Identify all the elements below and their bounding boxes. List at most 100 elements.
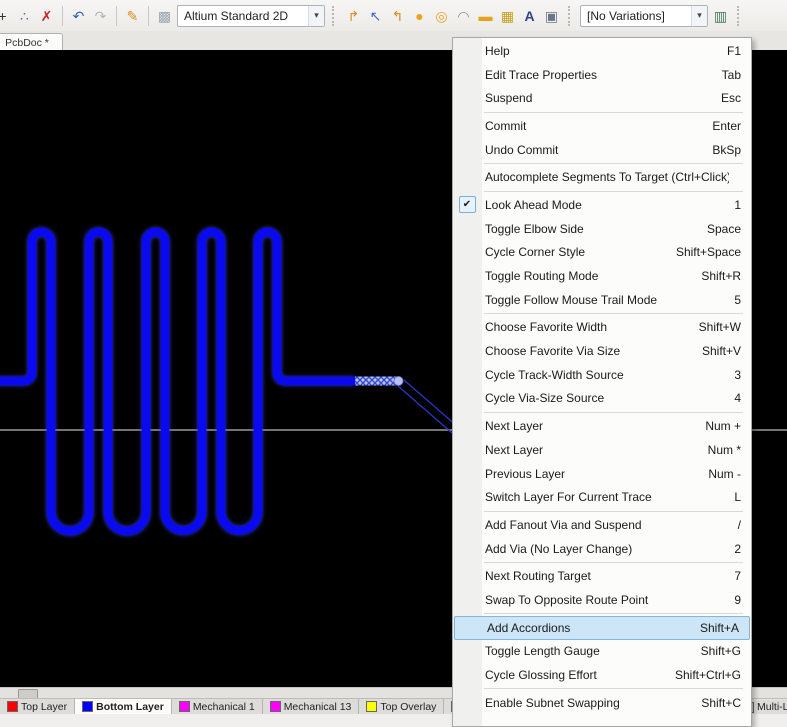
menu-item-commit[interactable]: Commit Enter xyxy=(453,114,751,138)
menu-item-shortcut: Esc xyxy=(721,91,741,105)
menu-item-next-routing-target[interactable]: Next Routing Target 7 xyxy=(453,564,751,588)
menu-item-suspend[interactable]: SuspendEsc xyxy=(453,86,751,110)
chevron-down-icon[interactable]: ▾ xyxy=(691,6,707,26)
menu-item-add-fanout-via-and-suspend[interactable]: Add Fanout Via and Suspend/ xyxy=(453,513,751,537)
menu-separator xyxy=(484,191,743,192)
layer-tab-bottom-layer[interactable]: Bottom Layer xyxy=(75,699,172,714)
layer-tab-mechanical-1[interactable]: Mechanical 1 xyxy=(172,699,263,714)
toolbar-grip xyxy=(568,6,573,26)
toolbar-separator xyxy=(116,6,117,26)
menu-separator xyxy=(484,112,743,113)
menu-item-cycle-via-size-source[interactable]: Cycle Via-Size Source4 xyxy=(453,387,751,411)
menu-item-label: Undo Commit xyxy=(481,143,700,157)
menu-item-shortcut: BkSp xyxy=(712,143,741,157)
place-arc-icon[interactable]: ◠ xyxy=(454,6,473,26)
layer-tab-top-overlay[interactable]: Top Overlay xyxy=(359,699,444,714)
menu-item-cycle-corner-style[interactable]: Cycle Corner StyleShift+Space xyxy=(453,241,751,265)
menu-item-add-via-no-layer-change[interactable]: Add Via (No Layer Change) 2 xyxy=(453,537,751,561)
menu-item-edit-trace-properties[interactable]: Edit Trace Properties Tab xyxy=(453,63,751,87)
menu-item-enable-subnet-swapping[interactable]: Enable Subnet Swapping Shift+C xyxy=(453,691,751,715)
toolbar-separator xyxy=(62,6,63,26)
variations-selector-value: [No Variations] xyxy=(581,9,671,23)
place-fill-icon[interactable]: ▬ xyxy=(476,6,495,26)
menu-item-next-layer-plus[interactable]: Next LayerNum + xyxy=(453,414,751,438)
menu-item-label: Add Via (No Layer Change) xyxy=(481,542,722,556)
undo-icon[interactable]: ↶ xyxy=(69,6,88,26)
menu-item-shortcut: 7 xyxy=(734,569,741,583)
menu-item-toggle-elbow-side[interactable]: Toggle Elbow SideSpace xyxy=(453,217,751,241)
menu-item-shortcut: 1 xyxy=(734,198,741,212)
place-pad-icon[interactable]: ● xyxy=(410,6,429,26)
differential-pair-icon[interactable]: ↰ xyxy=(388,6,407,26)
menu-item-label: Previous Layer xyxy=(481,467,696,481)
layer-tab-label: Multi-Layer xyxy=(757,701,787,713)
menu-item-shortcut: 9 xyxy=(734,593,741,607)
menu-item-label: Next Routing Target xyxy=(481,569,722,583)
place-component-icon[interactable]: ▣ xyxy=(542,6,561,26)
view-selector[interactable]: Altium Standard 2D ▾ xyxy=(177,5,325,27)
menu-item-shortcut: Shift+Space xyxy=(676,245,741,259)
menu-item-add-accordions[interactable]: Add AccordionsShift+A xyxy=(454,616,750,640)
variant-icon[interactable]: ▥ xyxy=(711,6,730,26)
menu-item-swap-to-opposite-route-point[interactable]: Swap To Opposite Route Point9 xyxy=(453,588,751,612)
menu-item-label: Cycle Glossing Effort xyxy=(481,668,663,682)
menu-item-toggle-follow-mouse-trail-mode[interactable]: Toggle Follow Mouse Trail Mode5 xyxy=(453,288,751,312)
menu-item-shortcut: Num * xyxy=(708,443,741,457)
menu-item-label: Choose Favorite Width xyxy=(481,320,687,334)
menu-item-label: Autocomplete Segments To Target (Ctrl+Cl… xyxy=(481,170,729,184)
layer-tab-top-layer[interactable]: Top Layer xyxy=(0,699,75,714)
layer-tab-mechanical-13[interactable]: Mechanical 13 xyxy=(263,699,360,714)
menu-item-toggle-routing-mode[interactable]: Toggle Routing ModeShift+R xyxy=(453,264,751,288)
paste-array-icon[interactable]: ▦ xyxy=(498,6,517,26)
view-selector-value: Altium Standard 2D xyxy=(178,9,294,23)
menu-separator xyxy=(484,562,743,563)
footprint-icon[interactable]: ▩ xyxy=(155,6,174,26)
menu-item-shortcut: L xyxy=(734,490,741,504)
menu-item-shortcut: Enter xyxy=(712,119,741,133)
delete-icon[interactable]: ✗ xyxy=(37,6,56,26)
menu-item-shortcut: 2 xyxy=(734,542,741,556)
chevron-down-icon[interactable]: ▾ xyxy=(308,6,324,26)
menu-item-label: Choose Favorite Via Size xyxy=(481,344,690,358)
menu-item-label: Help xyxy=(481,44,715,58)
route-pointer-icon[interactable]: ↖ xyxy=(366,6,385,26)
break-track-icon[interactable]: ∴ xyxy=(15,6,34,26)
layer-tab-label: Mechanical 1 xyxy=(193,701,255,713)
variations-selector[interactable]: [No Variations] ▾ xyxy=(580,5,708,27)
menu-item-label: Edit Trace Properties xyxy=(481,68,710,82)
crosshair-icon[interactable]: + xyxy=(0,6,12,26)
menu-item-cycle-track-width-source[interactable]: Cycle Track-Width Source3 xyxy=(453,363,751,387)
menu-item-shortcut: 3 xyxy=(734,368,741,382)
menu-item-shortcut: Num - xyxy=(708,467,741,481)
menu-gutter: ✔ xyxy=(453,196,481,213)
redo-icon[interactable]: ↷ xyxy=(91,6,110,26)
menu-item-shortcut: Shift+C xyxy=(701,696,741,710)
menu-item-label: Toggle Length Gauge xyxy=(481,644,689,658)
menu-item-shortcut: Tab xyxy=(722,68,741,82)
menu-item-undo-commit[interactable]: Undo Commit BkSp xyxy=(453,138,751,162)
menu-item-label: Toggle Routing Mode xyxy=(481,269,689,283)
menu-item-shortcut: Shift+Ctrl+G xyxy=(675,668,741,682)
menu-separator xyxy=(484,688,743,689)
document-tab-pcbdoc[interactable]: PcbDoc * xyxy=(0,33,63,51)
menu-item-switch-layer-for-current-trace[interactable]: Switch Layer For Current Trace L xyxy=(453,485,751,509)
menu-item-choose-favorite-via-size[interactable]: Choose Favorite Via SizeShift+V xyxy=(453,339,751,363)
menu-item-choose-favorite-width[interactable]: Choose Favorite WidthShift+W xyxy=(453,316,751,340)
place-string-icon[interactable]: A xyxy=(520,6,539,26)
place-via-icon[interactable]: ◎ xyxy=(432,6,451,26)
menu-item-look-ahead-mode[interactable]: ✔Look Ahead Mode1 xyxy=(453,193,751,217)
menu-item-toggle-length-gauge[interactable]: Toggle Length GaugeShift+G xyxy=(453,640,751,664)
interactive-routing-icon[interactable]: ↱ xyxy=(344,6,363,26)
menu-item-shortcut: Num + xyxy=(705,419,741,433)
menu-item-previous-layer[interactable]: Previous Layer Num - xyxy=(453,462,751,486)
menu-item-shortcut: Shift+A xyxy=(700,621,739,635)
layer-color-swatch xyxy=(82,701,93,712)
menu-item-label: Commit xyxy=(481,119,700,133)
annotate-pencil-icon[interactable]: ✎ xyxy=(123,6,142,26)
menu-item-label: Switch Layer For Current Trace xyxy=(481,490,722,504)
menu-item-cycle-glossing-effort[interactable]: Cycle Glossing Effort Shift+Ctrl+G xyxy=(453,663,751,687)
menu-item-next-layer-star[interactable]: Next LayerNum * xyxy=(453,438,751,462)
menu-item-label: Enable Subnet Swapping xyxy=(481,696,689,710)
menu-item-help[interactable]: HelpF1 xyxy=(453,39,751,63)
menu-item-autocomplete-segments[interactable]: Autocomplete Segments To Target (Ctrl+Cl… xyxy=(453,165,751,189)
